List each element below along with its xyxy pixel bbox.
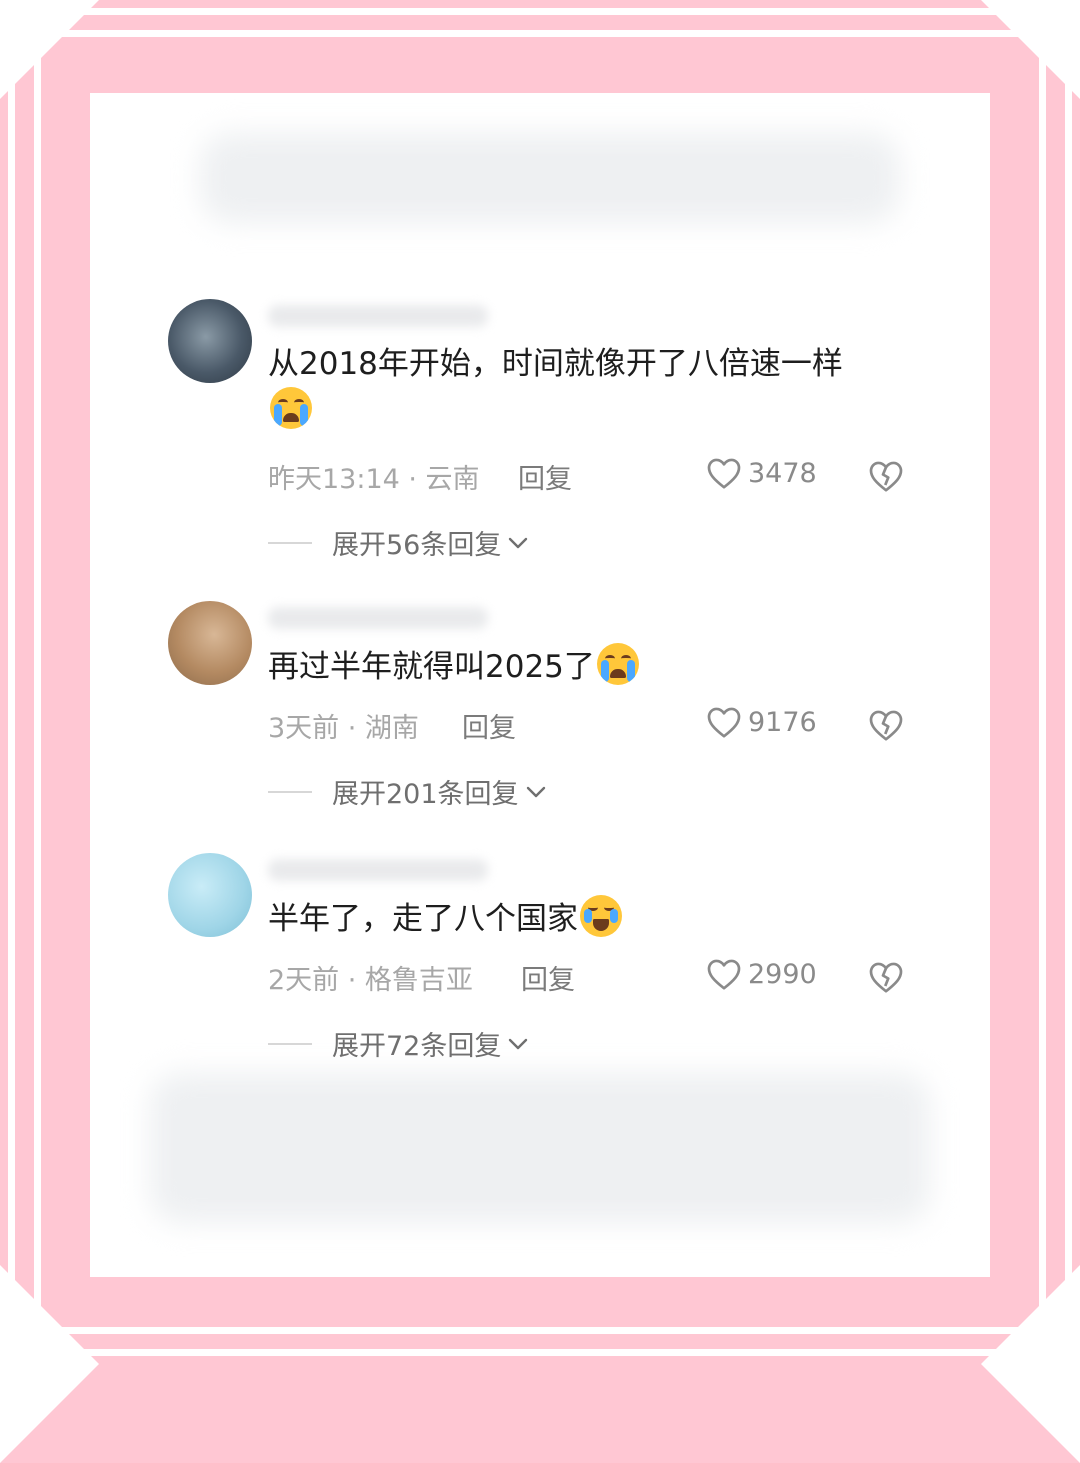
expand-replies-button[interactable]: 展开201条回复	[268, 772, 547, 811]
like-count: 9176	[748, 706, 817, 738]
blurred-username	[268, 305, 488, 327]
avatar[interactable]	[168, 601, 252, 685]
reply-button[interactable]: 回复	[462, 706, 516, 745]
like-button[interactable]: 9176	[706, 705, 817, 739]
comment-screenshot-card: 从2018年开始，时间就像开了八倍速一样 昨天13:14 · 云南 回复 347…	[90, 93, 990, 1277]
heart-outline-icon	[707, 707, 741, 738]
broken-heart-icon[interactable]	[868, 708, 904, 742]
expand-replies-label: 展开72条回复	[332, 1031, 502, 1062]
avatar[interactable]	[168, 853, 252, 937]
broken-heart-icon[interactable]	[868, 960, 904, 994]
comment-text: 再过半年就得叫2025了	[268, 643, 928, 690]
blurred-username	[268, 859, 488, 881]
expand-replies-button[interactable]: 展开56条回复	[268, 523, 529, 562]
chevron-down-icon	[509, 1038, 528, 1049]
expand-replies-label: 展开56条回复	[332, 530, 502, 561]
comment-item: 半年了，走了八个国家 2天前 · 格鲁吉亚 回复 2990 展开72条回复	[168, 853, 928, 1068]
blurred-header-region	[200, 133, 900, 223]
tears-of-joy-face-icon	[580, 895, 622, 937]
comment-item: 从2018年开始，时间就像开了八倍速一样 昨天13:14 · 云南 回复 347…	[168, 299, 928, 569]
blurred-username	[268, 607, 488, 629]
heart-outline-icon	[707, 458, 741, 489]
expand-replies-label: 展开201条回复	[332, 779, 519, 810]
loudly-crying-face-icon	[270, 387, 312, 429]
avatar[interactable]	[168, 299, 252, 383]
divider	[268, 1042, 312, 1045]
comment-text: 从2018年开始，时间就像开了八倍速一样	[268, 341, 928, 434]
comment-meta: 昨天13:14 · 云南	[268, 464, 480, 495]
reply-button[interactable]: 回复	[518, 457, 572, 496]
like-button[interactable]: 3478	[706, 456, 817, 490]
divider	[268, 541, 312, 544]
expand-replies-button[interactable]: 展开72条回复	[268, 1024, 529, 1063]
heart-outline-icon	[707, 959, 741, 990]
comment-text: 半年了，走了八个国家	[268, 895, 928, 942]
reply-button[interactable]: 回复	[521, 958, 575, 997]
divider	[268, 790, 312, 793]
broken-heart-icon[interactable]	[868, 459, 904, 493]
blurred-footer-region	[150, 1073, 930, 1223]
chevron-down-icon	[526, 786, 545, 797]
like-count: 2990	[748, 958, 817, 990]
like-button[interactable]: 2990	[706, 957, 817, 991]
like-count: 3478	[748, 457, 817, 489]
comment-meta: 3天前 · 湖南	[268, 713, 419, 744]
chevron-down-icon	[509, 537, 528, 548]
comment-meta: 2天前 · 格鲁吉亚	[268, 965, 473, 996]
comment-item: 再过半年就得叫2025了 3天前 · 湖南 回复 9176 展开201条回复	[168, 601, 928, 816]
loudly-crying-face-icon	[596, 643, 639, 685]
